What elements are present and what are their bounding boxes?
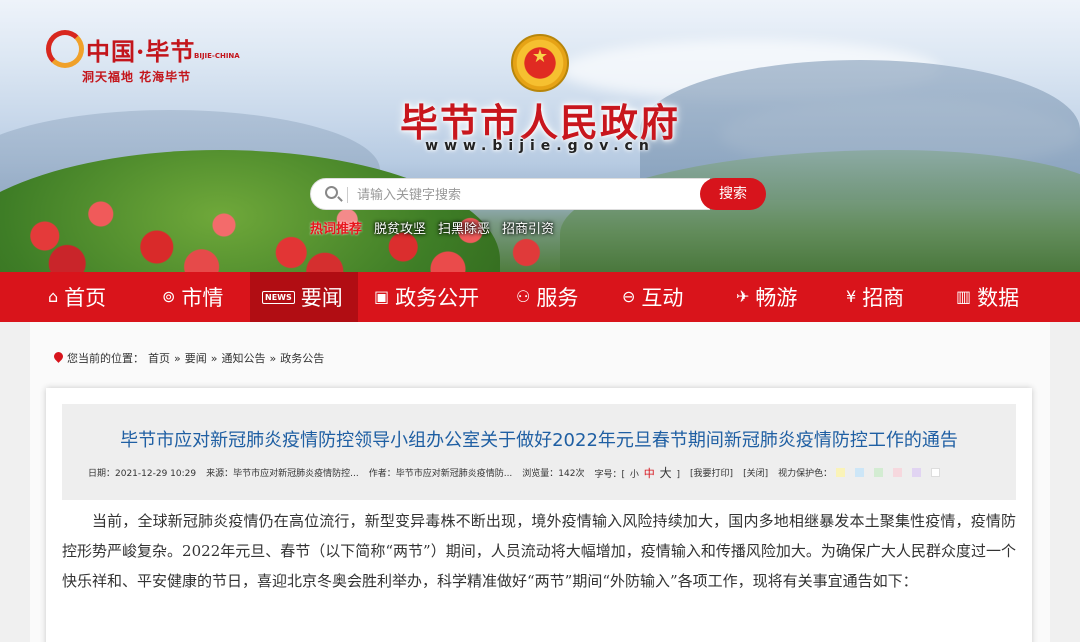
article-card: 毕节市应对新冠肺炎疫情防控领导小组办公室关于做好2022年元旦春节期间新冠肺炎疫… bbox=[46, 388, 1032, 642]
nav-item-government-affairs[interactable]: ▣ 政务公开 bbox=[358, 272, 500, 322]
nav-label: 市情 bbox=[181, 286, 224, 310]
article-title: 毕节市应对新冠肺炎疫情防控领导小组办公室关于做好2022年元旦春节期间新冠肺炎疫… bbox=[120, 430, 958, 451]
eye-color-swatch[interactable] bbox=[855, 468, 865, 477]
font-size-label: 字号：[ bbox=[594, 470, 625, 480]
chat-icon: ⊖ bbox=[622, 287, 636, 306]
eye-color-swatch[interactable] bbox=[836, 468, 846, 477]
eye-protection-label: 视力保护色： bbox=[778, 469, 833, 479]
article-source: 来源：毕节市应对新冠肺炎疫情防控... bbox=[206, 469, 359, 479]
nav-label: 互动 bbox=[641, 286, 684, 310]
nav-item-home[interactable]: ⌂ 首页 bbox=[0, 272, 120, 322]
font-size-medium-button[interactable]: 中 bbox=[644, 467, 655, 480]
breadcrumb-separator: » bbox=[210, 351, 218, 365]
close-button[interactable]: [关闭] bbox=[743, 466, 768, 479]
news-icon: NEWS bbox=[262, 290, 295, 304]
breadcrumb-link[interactable]: 通知公告 bbox=[221, 350, 265, 366]
eye-color-swatch[interactable] bbox=[893, 468, 903, 477]
hot-link[interactable]: 招商引资 bbox=[502, 218, 554, 238]
font-size-small-button[interactable]: 小 bbox=[630, 470, 639, 480]
breadcrumb-link[interactable]: 政务公告 bbox=[280, 350, 324, 366]
site-logo[interactable]: 中国·毕节 BIJIE-CHINA 洞天福地 花海毕节 bbox=[46, 30, 246, 86]
search-icon bbox=[325, 186, 338, 199]
nav-item-interaction[interactable]: ⊖ 互动 bbox=[606, 272, 714, 322]
hills-decoration bbox=[560, 150, 1080, 272]
breadcrumb-separator: » bbox=[174, 351, 181, 365]
article-body: 当前，全球新冠肺炎疫情仍在高位流行，新型变异毒株不断出现，境外疫情输入风险持续加… bbox=[62, 512, 1016, 590]
article-meta: 日期：2021-12-29 10:29 来源：毕节市应对新冠肺炎疫情防控... … bbox=[88, 464, 950, 481]
pulse-icon: ⊚ bbox=[162, 287, 176, 306]
breadcrumb-link[interactable]: 要闻 bbox=[185, 350, 207, 366]
search-box bbox=[310, 178, 710, 210]
nav-label: 首页 bbox=[64, 286, 107, 310]
article-views: 浏览量：142次 bbox=[522, 469, 585, 479]
header-banner: 中国·毕节 BIJIE-CHINA 洞天福地 花海毕节 ★ 毕节市人民政府 ww… bbox=[0, 0, 1080, 272]
nav-item-data[interactable]: ▥ 数据 bbox=[926, 272, 1072, 322]
eye-color-swatch[interactable] bbox=[874, 468, 884, 477]
eye-color-swatch[interactable] bbox=[931, 468, 941, 477]
logo-title: 中国·毕节 bbox=[86, 37, 196, 66]
font-size-close: ] bbox=[676, 470, 681, 480]
nav-item-services[interactable]: ⚇ 服务 bbox=[500, 272, 606, 322]
breadcrumb-prefix: 您当前的位置： bbox=[67, 352, 144, 365]
nav-item-news[interactable]: NEWS 要闻 bbox=[250, 272, 358, 322]
nav-item-investment[interactable]: ¥ 招商 bbox=[822, 272, 926, 322]
article-date: 日期：2021-12-29 10:29 bbox=[88, 469, 197, 479]
nav-label: 要闻 bbox=[300, 286, 343, 310]
font-size-control: 字号：[ 小 中 大 ] bbox=[594, 464, 680, 481]
main-nav: ⌂ 首页 ⊚ 市情 NEWS 要闻 ▣ 政务公开 ⚇ 服务 ⊖ 互动 ✈ 畅游 … bbox=[0, 272, 1080, 322]
breadcrumb-separator: » bbox=[269, 351, 277, 365]
bar-chart-icon: ▥ bbox=[956, 287, 972, 306]
nav-label: 畅游 bbox=[755, 286, 798, 310]
eye-color-swatch[interactable] bbox=[912, 468, 922, 477]
article-header: 毕节市应对新冠肺炎疫情防控领导小组办公室关于做好2022年元旦春节期间新冠肺炎疫… bbox=[62, 404, 1016, 500]
search-input[interactable] bbox=[357, 183, 697, 207]
people-icon: ⚇ bbox=[516, 287, 531, 306]
font-size-large-button[interactable]: 大 bbox=[660, 466, 672, 480]
nav-item-travel[interactable]: ✈ 畅游 bbox=[714, 272, 822, 322]
national-emblem-icon: ★ bbox=[511, 34, 569, 92]
location-pin-icon bbox=[54, 352, 63, 364]
home-icon: ⌂ bbox=[48, 287, 59, 306]
hot-link[interactable]: 脱贫攻坚 bbox=[374, 218, 426, 238]
search-divider bbox=[347, 187, 348, 203]
search-button[interactable]: 搜索 bbox=[700, 178, 766, 210]
hot-link[interactable]: 热词推荐 bbox=[310, 218, 362, 238]
logo-en: BIJIE-CHINA bbox=[194, 52, 240, 60]
nav-label: 招商 bbox=[862, 286, 905, 310]
hot-links: 热词推荐 脱贫攻坚 扫黑除恶 招商引资 bbox=[310, 218, 554, 238]
site-url: www.bijie.gov.cn bbox=[425, 138, 655, 154]
breadcrumb-link[interactable]: 首页 bbox=[148, 350, 170, 366]
yuan-icon: ¥ bbox=[846, 287, 857, 306]
hot-link[interactable]: 扫黑除恶 bbox=[438, 218, 490, 238]
article-author: 作者：毕节市应对新冠肺炎疫情防... bbox=[368, 469, 513, 479]
id-card-icon: ▣ bbox=[374, 287, 390, 306]
plane-icon: ✈ bbox=[736, 287, 750, 306]
nav-label: 政务公开 bbox=[395, 286, 480, 310]
logo-slogan: 洞天福地 花海毕节 bbox=[82, 70, 192, 84]
nav-label: 服务 bbox=[536, 286, 579, 310]
print-button[interactable]: [我要打印] bbox=[690, 466, 733, 479]
logo-mark-icon bbox=[46, 30, 84, 68]
nav-label: 数据 bbox=[977, 286, 1020, 310]
nav-item-city[interactable]: ⊚ 市情 bbox=[120, 272, 250, 322]
breadcrumb: 您当前的位置： 首页 » 要闻 » 通知公告 » 政务公告 bbox=[54, 350, 324, 366]
